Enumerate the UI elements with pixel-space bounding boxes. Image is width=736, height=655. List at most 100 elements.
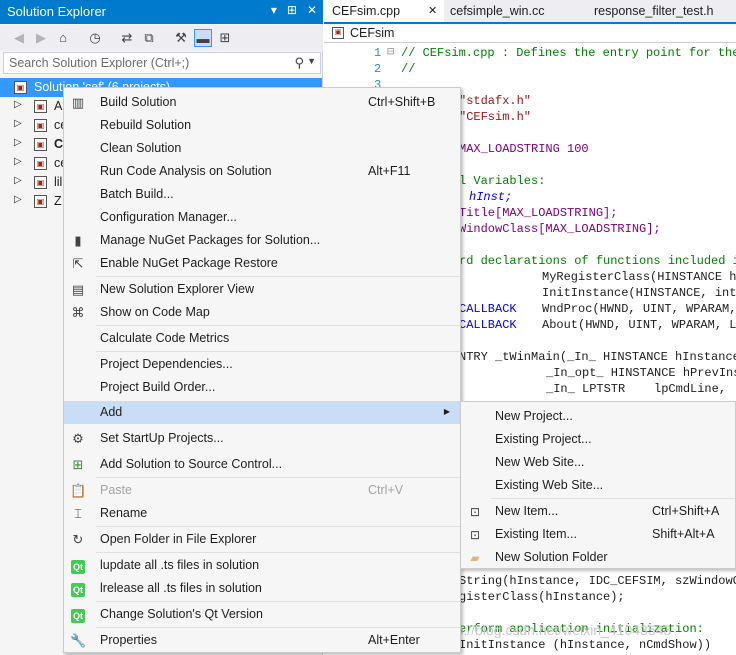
menu-item-new-solution-explorer-view[interactable]: ▤ New Solution Explorer View: [64, 278, 460, 301]
menu-item-project-build-order[interactable]: Project Build Order...: [64, 376, 460, 399]
tree-item-label: C: [54, 137, 64, 151]
menu-item-lrelease[interactable]: Qt lrelease all .ts files in solution: [64, 577, 460, 600]
window-position-dropdown-icon[interactable]: ▾: [271, 3, 277, 17]
menu-item-lupdate[interactable]: Qt lupdate all .ts files in solution: [64, 554, 460, 577]
menu-item-add[interactable]: Add ▶: [64, 401, 460, 424]
code-line: MyRegisterClass(HINSTANCE hI: [542, 270, 736, 284]
menu-separator: [96, 276, 460, 277]
menu-item-label: Enable NuGet Package Restore: [100, 256, 278, 270]
code-line: WndProc(HWND, UINT, WPARAM,: [542, 302, 736, 316]
menu-item-label: Project Dependencies...: [100, 357, 233, 371]
code-line: Title[MAX_LOADSTRING];: [459, 206, 618, 220]
submenu-item-existing-project[interactable]: Existing Project...: [461, 428, 735, 451]
menu-item-manage-nuget[interactable]: ▮ Manage NuGet Packages for Solution...: [64, 229, 460, 252]
pin-icon[interactable]: ⊞: [287, 3, 297, 17]
code-line: gisterClass(hInstance);: [459, 590, 625, 604]
submenu-item-new-web-site[interactable]: New Web Site...: [461, 451, 735, 474]
menu-separator: [96, 351, 460, 352]
properties-icon[interactable]: ⚒: [172, 29, 190, 47]
submenu-item-new-project[interactable]: New Project...: [461, 405, 735, 428]
code-line: l Variables:: [459, 174, 546, 188]
menu-item-run-code-analysis[interactable]: Run Code Analysis on Solution Alt+F11: [64, 160, 460, 183]
tree-item-label: Z: [54, 194, 62, 208]
menu-item-label: Show on Code Map: [100, 305, 210, 319]
editor-tab-strip: CEFsim.cpp ✕ cefsimple_win.cc response_f…: [324, 0, 736, 24]
new-item-icon: ⊡: [469, 505, 481, 519]
menu-item-calculate-code-metrics[interactable]: Calculate Code Metrics: [64, 327, 460, 350]
show-all-files-icon[interactable]: ▬: [194, 29, 212, 47]
submenu-item-new-item[interactable]: ⊡ New Item... Ctrl+Shift+A: [461, 500, 735, 523]
menu-item-change-qt-version[interactable]: Qt Change Solution's Qt Version: [64, 603, 460, 626]
expand-arrow-icon[interactable]: ▷: [14, 156, 22, 167]
solution-icon: ▣: [14, 81, 27, 94]
menu-item-label: Project Build Order...: [100, 380, 216, 394]
qt-icon: Qt: [71, 560, 85, 574]
menu-item-batch-build[interactable]: Batch Build...: [64, 183, 460, 206]
submenu-item-existing-item[interactable]: ⊡ Existing Item... Shift+Alt+A: [461, 523, 735, 546]
menu-item-project-dependencies[interactable]: Project Dependencies...: [64, 353, 460, 376]
menu-item-label: Run Code Analysis on Solution: [100, 164, 272, 178]
chevron-down-icon[interactable]: ▼: [307, 56, 316, 66]
menu-item-enable-nuget-restore[interactable]: ⇱ Enable NuGet Package Restore: [64, 252, 460, 275]
menu-item-rebuild-solution[interactable]: Rebuild Solution: [64, 114, 460, 137]
expand-arrow-icon[interactable]: ▷: [14, 137, 22, 148]
menu-separator: [491, 498, 735, 499]
tree-item-label: A: [54, 99, 63, 113]
navigation-scope-label: CEFsim: [350, 26, 395, 40]
collapse-all-icon[interactable]: ⧉: [140, 29, 158, 47]
menu-separator: [96, 477, 460, 478]
code-line: "stdafx.h": [459, 94, 532, 108]
menu-item-open-folder[interactable]: ↻ Open Folder in File Explorer: [64, 528, 460, 551]
class-diagram-icon[interactable]: ⊞: [216, 29, 234, 47]
forward-icon[interactable]: ▶: [32, 29, 50, 47]
menu-item-label: Configuration Manager...: [100, 210, 237, 224]
back-icon[interactable]: ◀: [10, 29, 28, 47]
menu-item-label: Set StartUp Projects...: [100, 431, 224, 445]
menu-item-build-solution[interactable]: ▥ Build Solution Ctrl+Shift+B: [64, 91, 460, 114]
solution-explorer-title: Solution Explorer: [7, 4, 106, 19]
menu-item-label: Rebuild Solution: [100, 118, 192, 132]
paste-icon: 📋: [70, 483, 87, 498]
solution-explorer-toolbar: ◀ ▶ ⌂ ◷ ⇄ ⧉ ⚒ ▬ ⊞: [0, 25, 323, 51]
qt-icon: Qt: [71, 583, 85, 597]
menu-item-show-on-code-map[interactable]: ⌘ Show on Code Map: [64, 301, 460, 324]
menu-item-label: Clean Solution: [100, 141, 182, 155]
menu-item-label: Add: [100, 405, 123, 419]
menu-item-label: Change Solution's Qt Version: [100, 607, 263, 621]
new-folder-icon: ▰: [470, 551, 480, 565]
menu-item-configuration-manager[interactable]: Configuration Manager...: [64, 206, 460, 229]
expand-arrow-icon[interactable]: ▷: [14, 99, 22, 110]
menu-separator: [96, 601, 460, 602]
submenu-item-new-solution-folder[interactable]: ▰ New Solution Folder: [461, 546, 735, 569]
line-number: 2: [374, 62, 382, 76]
editor-navigation-bar[interactable]: ▣ CEFsim: [324, 24, 736, 43]
menu-item-label: Manage NuGet Packages for Solution...: [100, 233, 321, 247]
code-line: _In_ LPTSTR lpCmdLine,: [546, 382, 727, 396]
tab-response-filter-test-h[interactable]: response_filter_test.h: [594, 0, 714, 22]
expand-arrow-icon[interactable]: ▷: [14, 118, 22, 129]
menu-item-properties[interactable]: 🔧 Properties Alt+Enter: [64, 629, 460, 652]
menu-item-set-startup-projects[interactable]: ⚙ Set StartUp Projects...: [64, 427, 460, 450]
menu-item-label: Batch Build...: [100, 187, 174, 201]
close-icon[interactable]: ✕: [307, 3, 317, 17]
tab-close-icon[interactable]: ✕: [428, 4, 437, 17]
menu-item-rename[interactable]: ⌶ Rename: [64, 502, 460, 525]
menu-item-shortcut: Ctrl+Shift+A: [652, 504, 720, 518]
menu-item-label: Add Solution to Source Control...: [100, 457, 283, 471]
menu-item-label: Existing Web Site...: [495, 478, 604, 492]
sync-icon[interactable]: ⇄: [118, 29, 136, 47]
home-icon[interactable]: ⌂: [54, 29, 72, 47]
history-icon[interactable]: ◷: [86, 29, 104, 47]
search-input[interactable]: Search Solution Explorer (Ctrl+;) ⚲ ▼: [3, 52, 321, 74]
menu-item-shortcut: Alt+Enter: [368, 633, 420, 647]
search-icon[interactable]: ⚲: [294, 55, 304, 71]
menu-item-label: Existing Project...: [495, 432, 592, 446]
menu-item-label: New Solution Explorer View: [100, 282, 255, 296]
expand-arrow-icon[interactable]: ▷: [14, 175, 22, 186]
tab-cefsimple-win-cc[interactable]: cefsimple_win.cc: [450, 0, 544, 22]
submenu-item-existing-web-site[interactable]: Existing Web Site...: [461, 474, 735, 497]
menu-item-add-to-source-control[interactable]: ⊞ Add Solution to Source Control...: [64, 453, 460, 476]
expand-arrow-icon[interactable]: ▷: [14, 194, 22, 205]
tab-cefsim-cpp[interactable]: CEFsim.cpp ✕: [324, 0, 444, 22]
menu-item-clean-solution[interactable]: Clean Solution: [64, 137, 460, 160]
